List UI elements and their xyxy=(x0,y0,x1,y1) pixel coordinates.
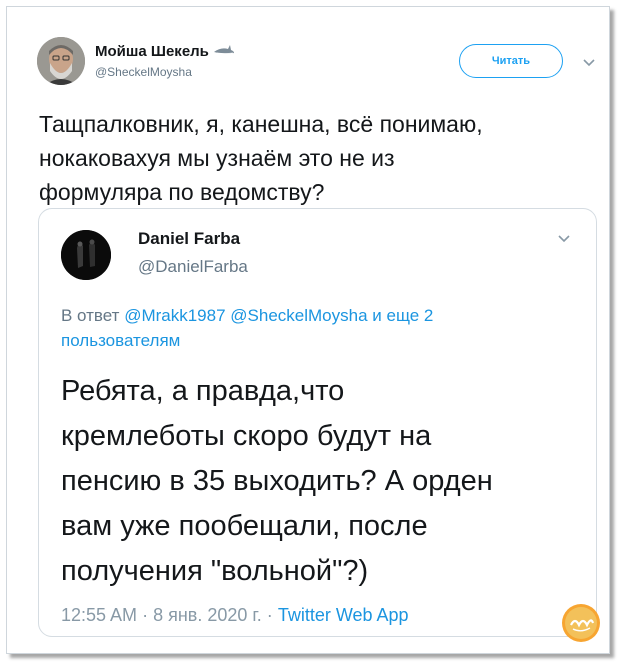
quoted-text-line: пенсию в 35 выходить? А орден xyxy=(61,465,493,497)
tweet-text-line: Тащпалковник, я, канешна, всё понимаю, xyxy=(39,111,483,137)
quoted-text-line: Ребята, а правда,что xyxy=(61,375,345,407)
quoted-author-handle[interactable]: @DanielFarba xyxy=(138,257,248,277)
tweet-text-line: нокаковахуя мы узнаём это не из xyxy=(39,145,395,171)
source-app-link[interactable]: Twitter Web App xyxy=(278,605,409,625)
quoted-text-line: кремлеботы скоро будут на xyxy=(61,420,432,452)
shark-icon xyxy=(213,43,235,60)
reply-context: В ответ @Mrakk1987 @SheckelMoysha и еще … xyxy=(61,303,561,353)
tweet-text-line: формуляра по ведомству? xyxy=(39,179,325,205)
others-link-line2[interactable]: пользователям xyxy=(61,331,180,350)
author-name-text: Мойша Шекель xyxy=(95,43,209,60)
avatar[interactable] xyxy=(37,37,85,85)
quoted-text-line: получения "вольной"?) xyxy=(61,555,369,587)
tweet-text: Тащпалковник, я, канешна, всё понимаю, н… xyxy=(39,107,599,209)
quoted-tweet-text: Ребята, а правда,что кремлеботы скоро бу… xyxy=(61,369,581,594)
tweet-frame: Мойша Шекель @SheckelMoysha Читать Тащпа… xyxy=(6,6,610,654)
others-link[interactable]: и еще 2 xyxy=(372,306,433,325)
quoted-author-name[interactable]: Daniel Farba xyxy=(138,229,240,249)
mention-link[interactable]: @SheckelMoysha xyxy=(230,306,367,325)
tweet-time[interactable]: 12:55 AM xyxy=(61,605,137,625)
tweet-date[interactable]: 8 янв. 2020 г. xyxy=(153,605,262,625)
reply-prefix: В ответ xyxy=(61,306,120,325)
meta-separator: · xyxy=(142,605,149,625)
quoted-text-line: вам уже пообещали, после xyxy=(61,510,428,542)
chevron-down-icon[interactable] xyxy=(582,55,596,67)
meta-separator: · xyxy=(266,605,273,625)
mention-link[interactable]: @Mrakk1987 xyxy=(124,306,225,325)
author-handle[interactable]: @SheckelMoysha xyxy=(95,65,192,79)
chevron-down-icon[interactable] xyxy=(557,231,571,243)
yuka-logo xyxy=(561,603,601,643)
author-name[interactable]: Мойша Шекель xyxy=(95,43,235,60)
quoted-avatar[interactable] xyxy=(61,230,111,280)
tweet-meta: 12:55 AM · 8 янв. 2020 г. · Twitter Web … xyxy=(61,605,409,626)
quoted-tweet-card[interactable]: Daniel Farba @DanielFarba В ответ @Mrakk… xyxy=(38,208,597,637)
follow-button[interactable]: Читать xyxy=(459,44,563,78)
avatar-image xyxy=(37,37,85,85)
quoted-avatar-image xyxy=(61,230,111,280)
